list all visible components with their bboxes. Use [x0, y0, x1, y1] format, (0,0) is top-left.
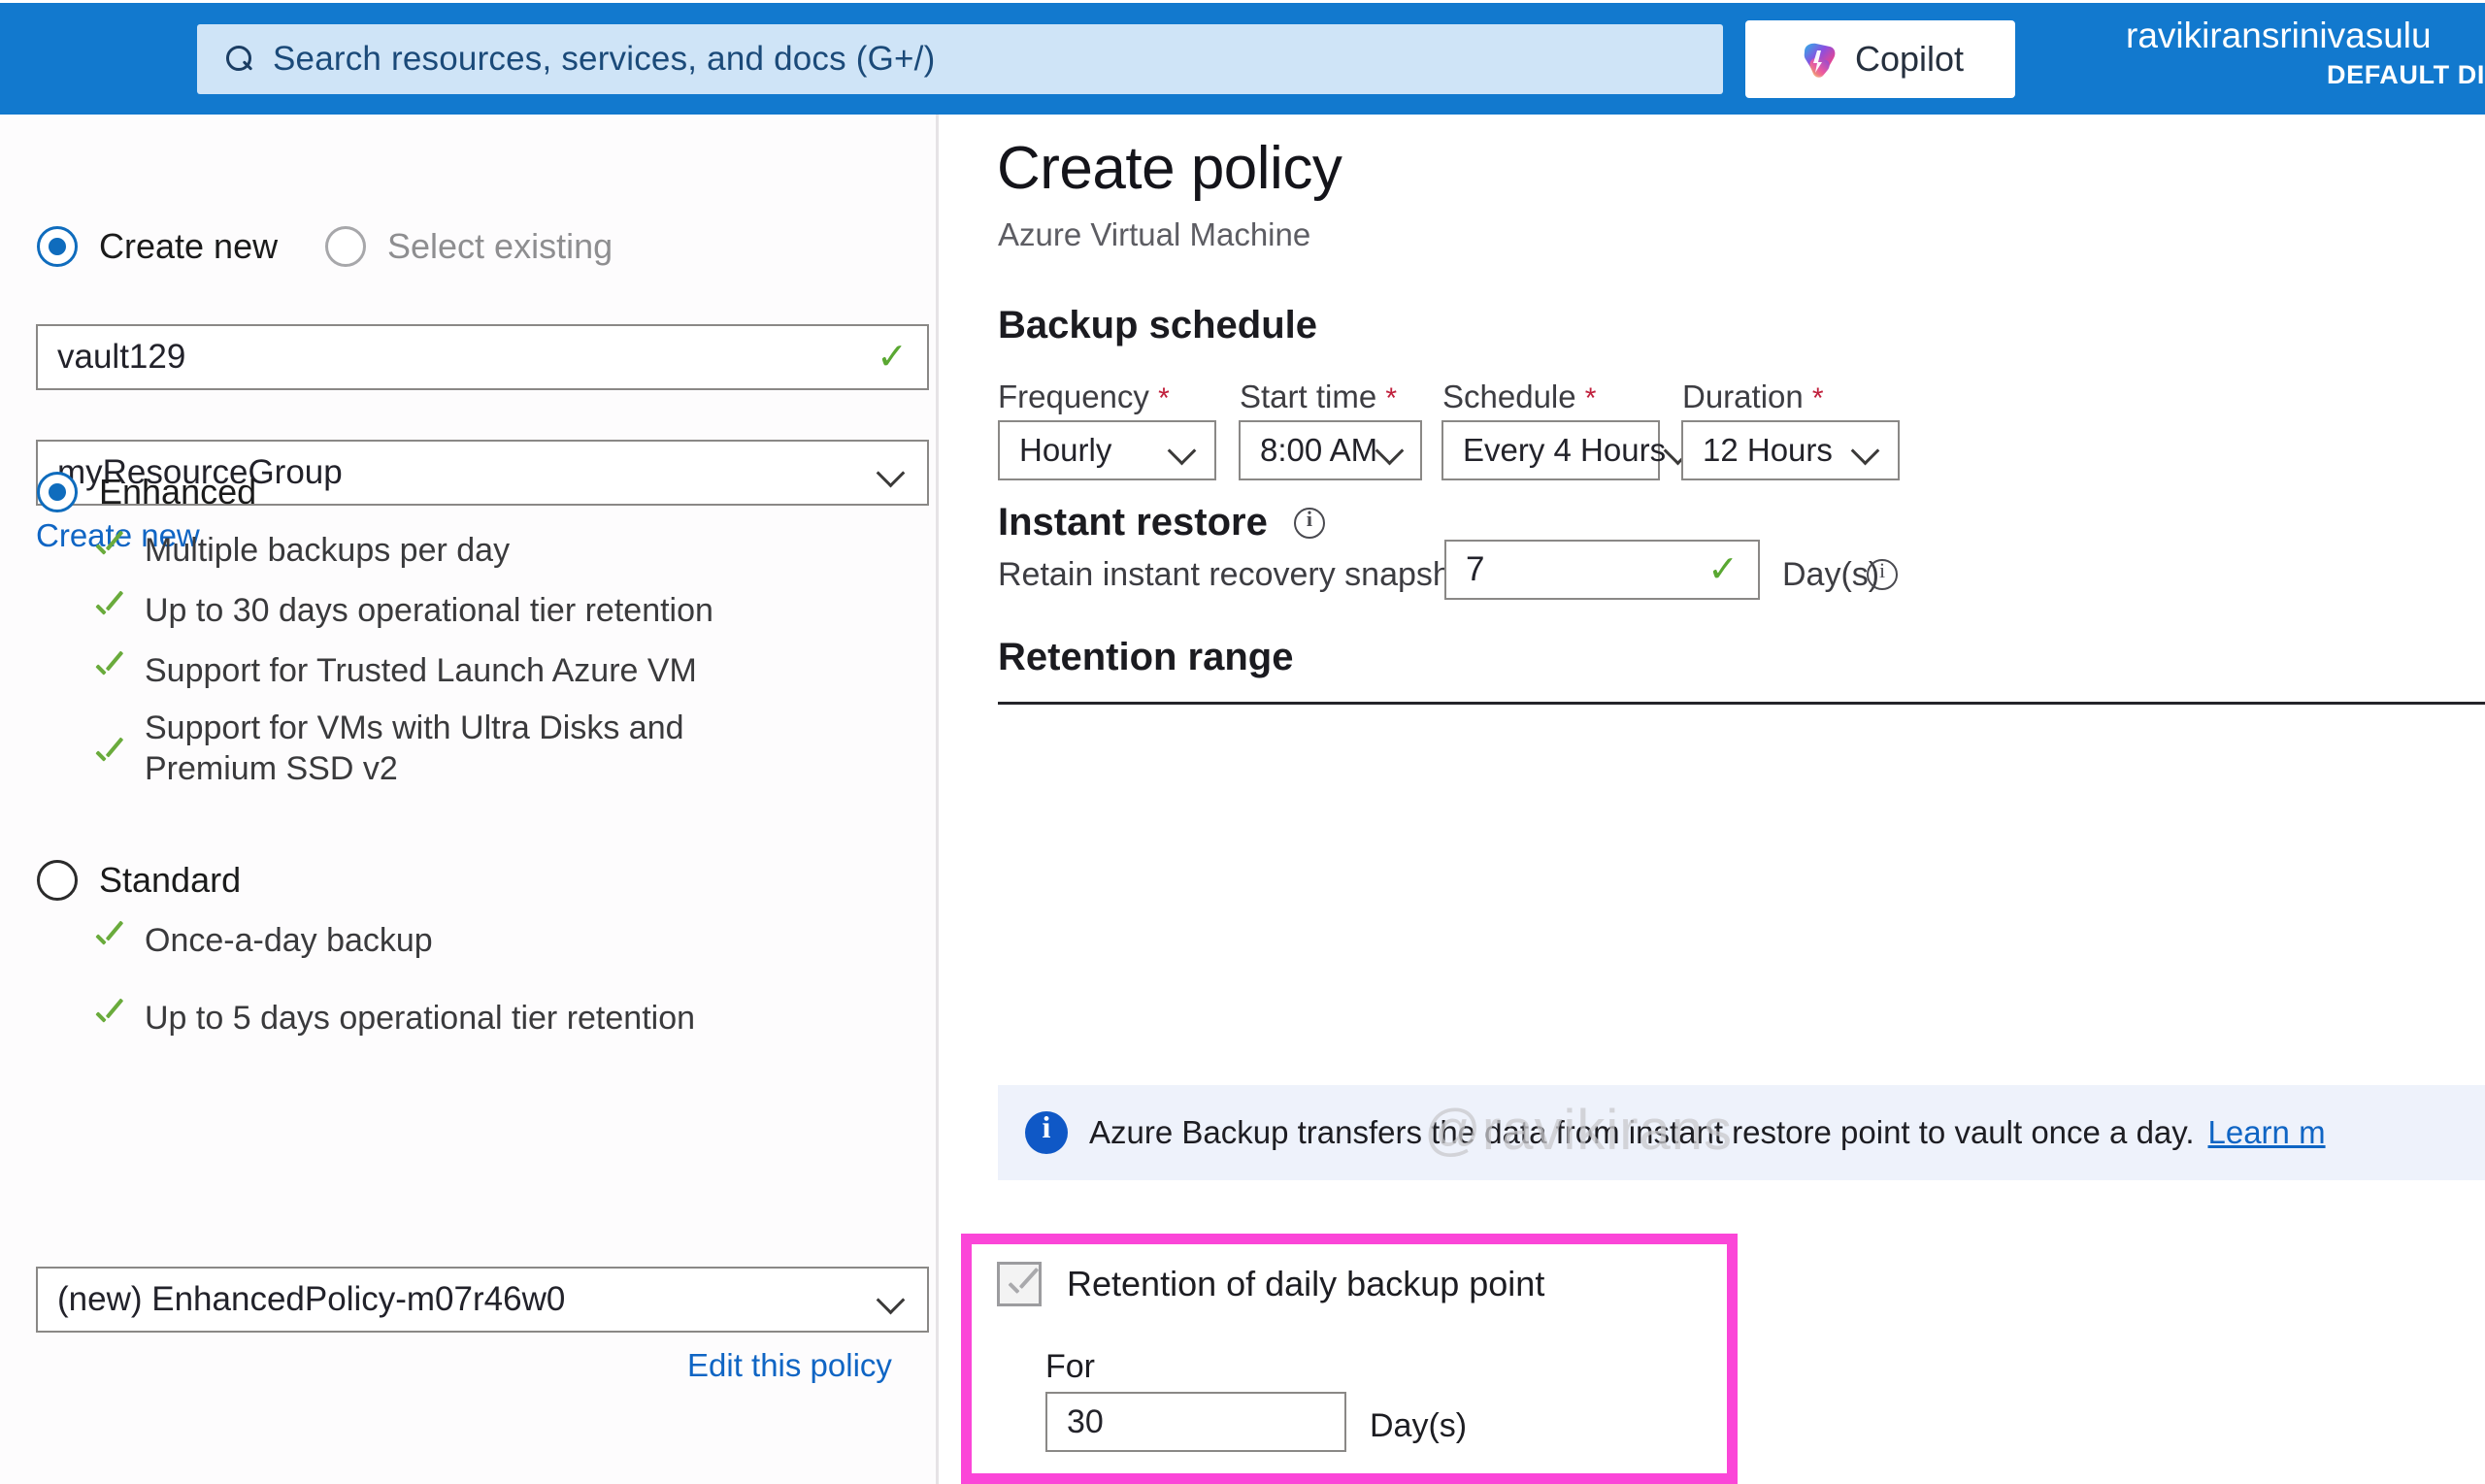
daily-retention-days-value: 30 — [1067, 1402, 1104, 1440]
list-item: Multiple backups per day — [92, 530, 908, 571]
learn-more-link[interactable]: Learn m — [2208, 1114, 2326, 1151]
instant-restore-heading-text: Instant restore — [998, 501, 1268, 544]
schedule-value: Every 4 Hours — [1463, 432, 1667, 468]
radio-create-new[interactable]: Create new — [37, 226, 278, 267]
info-icon[interactable] — [1867, 558, 1898, 590]
account-name: ravikiransrinivasulu — [2126, 16, 2432, 55]
info-banner-text: Azure Backup transfers the data from ins… — [1089, 1114, 2195, 1150]
chevron-down-icon — [878, 1285, 908, 1314]
daily-retention-highlight: Retention of daily backup point For 30 D… — [961, 1234, 1738, 1484]
schedule-label: Schedule * — [1442, 379, 1596, 415]
frequency-label-text: Frequency — [998, 379, 1149, 414]
checkbox-icon[interactable] — [997, 1262, 1042, 1306]
feature-text: Up to 30 days operational tier retention — [145, 592, 713, 629]
list-item: Support for Trusted Launch Azure VM — [92, 650, 908, 691]
check-icon — [92, 534, 125, 567]
page-title: Create policy — [997, 135, 1342, 202]
vault-name-input[interactable]: vault129 ✓ — [36, 324, 929, 390]
required-marker: * — [1811, 382, 1824, 414]
retain-snapshot-unit: Day(s) — [1782, 556, 1880, 593]
frequency-value: Hourly — [1019, 432, 1112, 468]
schedule-label-text: Schedule — [1442, 379, 1576, 414]
radio-tier-standard[interactable]: Standard — [37, 860, 241, 901]
instant-restore-heading: Instant restore — [998, 501, 1325, 544]
info-banner: Azure Backup transfers the data from ins… — [998, 1085, 2485, 1180]
account-info[interactable]: ravikiransrinivasulu DEFAULT DI — [2126, 15, 2485, 92]
feature-text: Up to 5 days operational tier retention — [145, 1000, 696, 1037]
top-navigation-bar: Search resources, services, and docs (G+… — [0, 3, 2485, 115]
daily-retention-unit: Day(s) — [1370, 1407, 1468, 1444]
duration-select[interactable]: 12 Hours — [1681, 420, 1900, 480]
radio-tier-standard-label: Standard — [99, 860, 242, 900]
daily-retention-label: Retention of daily backup point — [1067, 1264, 1545, 1303]
create-policy-panel: Create policy Azure Virtual Machine Back… — [939, 115, 2485, 1484]
check-icon — [92, 654, 125, 687]
radio-tier-standard-indicator — [37, 860, 78, 901]
copilot-label: Copilot — [1854, 39, 1965, 79]
list-item: Support for VMs with Ultra Disks and Pre… — [92, 708, 772, 789]
radio-tier-enhanced[interactable]: Enhanced — [37, 472, 256, 512]
radio-create-new-label: Create new — [99, 226, 279, 266]
radio-select-existing-label: Select existing — [387, 226, 613, 266]
valid-check-icon: ✓ — [1707, 549, 1739, 590]
start-time-value: 8:00 AM — [1260, 432, 1378, 468]
radio-select-existing-indicator — [325, 226, 366, 267]
check-icon — [92, 741, 125, 774]
daily-retention-checkbox-row[interactable]: Retention of daily backup point — [997, 1262, 1544, 1306]
duration-label-text: Duration — [1682, 379, 1804, 414]
list-item: Once-a-day backup — [92, 920, 908, 961]
required-marker: * — [1385, 382, 1398, 414]
chevron-down-icon — [1170, 436, 1199, 465]
check-icon — [92, 594, 125, 627]
schedule-select[interactable]: Every 4 Hours — [1441, 420, 1666, 480]
for-label: For — [1045, 1348, 1095, 1385]
list-item: Up to 5 days operational tier retention — [92, 998, 908, 1039]
global-search-box[interactable]: Search resources, services, and docs (G+… — [197, 24, 1723, 94]
start-time-select[interactable]: 8:00 AM — [1239, 420, 1422, 480]
check-icon — [92, 924, 125, 957]
check-icon — [92, 1002, 125, 1035]
search-input-placeholder: Search resources, services, and docs (G+… — [273, 40, 936, 78]
retain-snapshot-input[interactable]: 7 ✓ — [1444, 540, 1760, 600]
vault-configuration-panel: Create new Select existing vault129 ✓ my… — [0, 115, 938, 1484]
info-icon[interactable] — [1293, 507, 1325, 539]
retention-range-heading: Retention range — [998, 636, 1294, 678]
chevron-down-icon — [878, 458, 908, 487]
feature-text: Support for Trusted Launch Azure VM — [145, 652, 697, 689]
retain-snapshot-value: 7 — [1466, 550, 1485, 588]
required-marker: * — [1158, 382, 1170, 414]
account-directory: DEFAULT DI — [2327, 60, 2485, 89]
valid-check-icon: ✓ — [877, 337, 908, 378]
azure-portal-screen: Search resources, services, and docs (G+… — [0, 0, 2485, 1484]
required-marker: * — [1584, 382, 1597, 414]
info-icon — [1025, 1109, 1068, 1154]
feature-text: Multiple backups per day — [145, 532, 511, 569]
start-time-label: Start time * — [1240, 379, 1397, 415]
frequency-label: Frequency * — [998, 379, 1170, 415]
copilot-button[interactable]: Copilot — [1745, 20, 2015, 98]
section-divider — [998, 702, 2485, 705]
radio-select-existing[interactable]: Select existing — [325, 226, 613, 267]
vault-name-value: vault129 — [57, 338, 186, 376]
daily-retention-days-input[interactable]: 30 — [1045, 1392, 1346, 1452]
feature-text: Support for VMs with Ultra Disks and Pre… — [145, 709, 684, 787]
chevron-down-icon — [1377, 436, 1407, 465]
radio-create-new-indicator — [37, 226, 78, 267]
duration-value: 12 Hours — [1703, 432, 1833, 468]
chevron-down-icon — [1853, 436, 1882, 465]
backup-schedule-heading: Backup schedule — [998, 304, 1318, 346]
radio-tier-enhanced-label: Enhanced — [99, 472, 257, 511]
search-icon — [222, 43, 255, 76]
backup-policy-value: (new) EnhancedPolicy-m07r46w0 — [57, 1280, 566, 1318]
edit-this-policy-link[interactable]: Edit this policy — [687, 1347, 892, 1384]
list-item: Up to 30 days operational tier retention — [92, 590, 908, 631]
frequency-select[interactable]: Hourly — [998, 420, 1216, 480]
duration-label: Duration * — [1682, 379, 1824, 415]
copilot-icon — [1797, 38, 1839, 81]
page-subtitle: Azure Virtual Machine — [998, 216, 1311, 252]
start-time-label-text: Start time — [1240, 379, 1377, 414]
feature-text: Once-a-day backup — [145, 922, 433, 959]
backup-policy-select[interactable]: (new) EnhancedPolicy-m07r46w0 — [36, 1267, 929, 1333]
radio-tier-enhanced-indicator — [37, 472, 78, 512]
